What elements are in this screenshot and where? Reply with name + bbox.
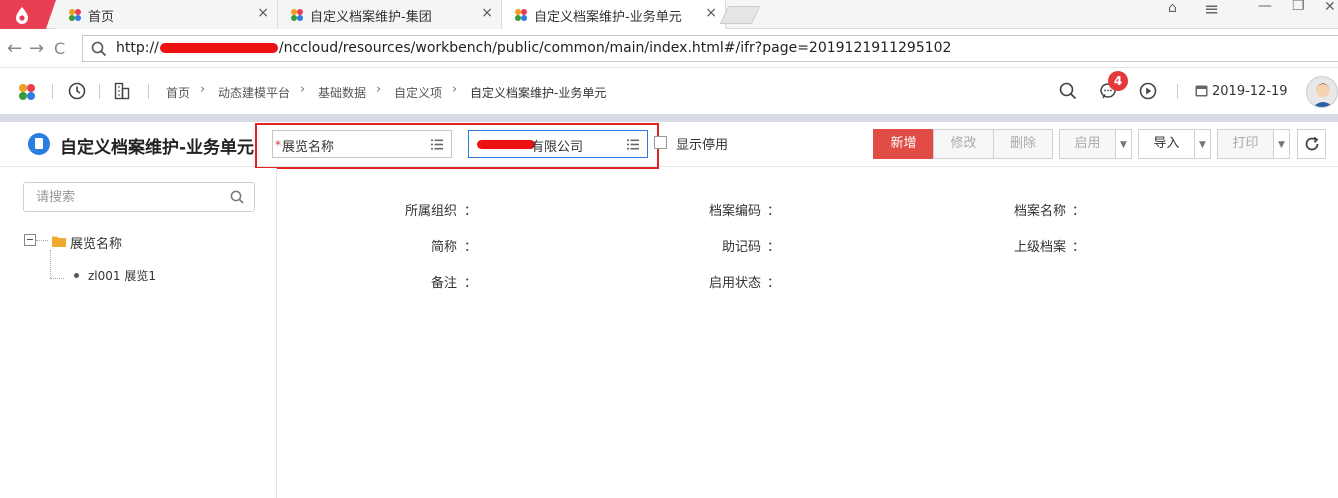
- close-window-icon[interactable]: ✕: [1324, 0, 1336, 17]
- tree-collapse-toggle[interactable]: [24, 234, 36, 246]
- delete-button[interactable]: 删除: [993, 129, 1053, 159]
- breadcrumb-item[interactable]: 动态建模平台: [218, 84, 290, 101]
- enable-dropdown-chevron-icon[interactable]: ▼: [1115, 129, 1132, 159]
- form-colon: ：: [464, 204, 478, 219]
- breadcrumb-separator: ›: [452, 82, 458, 97]
- tab-label: 首页: [88, 10, 115, 25]
- back-icon[interactable]: ←: [7, 38, 22, 59]
- refresh-icon[interactable]: C: [54, 39, 65, 58]
- app-header: 首页 › 动态建模平台 › 基础数据 › 自定义项 › 自定义档案维护-业务单元…: [0, 69, 1338, 114]
- divider: [1177, 84, 1178, 99]
- new-tab-button[interactable]: [719, 6, 761, 24]
- browser-logo-icon[interactable]: [0, 0, 56, 29]
- import-button[interactable]: 导入: [1138, 129, 1195, 159]
- tab-archive-business-unit[interactable]: 自定义档案维护-业务单元 ×: [502, 0, 726, 29]
- tab-close-icon[interactable]: ×: [705, 5, 717, 21]
- calendar-icon: [1195, 85, 1208, 97]
- clock-icon[interactable]: [68, 82, 86, 100]
- tree-node-leaf[interactable]: zl001 展览1: [88, 267, 156, 284]
- avatar[interactable]: [1306, 76, 1338, 108]
- breadcrumb-separator: ›: [300, 82, 306, 97]
- form-label-org: 所属组织: [404, 204, 457, 219]
- add-button[interactable]: 新增: [873, 129, 934, 159]
- search-icon: [91, 41, 107, 57]
- header-divider-band: [0, 114, 1338, 122]
- forward-icon[interactable]: →: [29, 38, 44, 59]
- address-bar: ← → C http:///nccloud/resources/workbenc…: [0, 29, 1338, 68]
- maximize-icon[interactable]: ❐: [1292, 0, 1305, 16]
- divider: [99, 84, 100, 99]
- tree-search: [23, 182, 255, 212]
- tab-close-icon[interactable]: ×: [481, 5, 493, 21]
- tree-connector: [50, 278, 64, 279]
- tree-connector: [36, 240, 48, 241]
- divider: [52, 84, 53, 99]
- form-colon: ：: [1072, 204, 1086, 219]
- annotation-highlight-box: [255, 123, 659, 169]
- form-label-remark: 备注: [430, 276, 457, 291]
- form-colon: ：: [767, 204, 781, 219]
- form-colon: ：: [464, 240, 478, 255]
- print-dropdown-chevron-icon[interactable]: ▼: [1273, 129, 1290, 159]
- tree-sidebar: 展览名称 zl001 展览1: [0, 168, 277, 498]
- form-colon: ：: [1072, 240, 1086, 255]
- tab-home[interactable]: 首页 ×: [56, 0, 278, 29]
- form-label-code: 档案编码: [708, 204, 761, 219]
- search-input[interactable]: [24, 183, 224, 211]
- tab-archive-group[interactable]: 自定义档案维护-集团 ×: [278, 0, 502, 29]
- form-label-parent: 上级档案: [1013, 240, 1066, 255]
- search-icon[interactable]: [1059, 82, 1077, 100]
- breadcrumb-item[interactable]: 首页: [166, 84, 190, 101]
- form-label-short-name: 简称: [430, 240, 457, 255]
- tree-node-root[interactable]: 展览名称: [70, 233, 122, 252]
- breadcrumb-item[interactable]: 基础数据: [318, 84, 366, 101]
- breadcrumb-separator: ›: [200, 82, 206, 97]
- browser-tab-strip: 首页 × 自定义档案维护-集团 × 自定义档案维护-业务单元 × ⌂ ≡ — ❐…: [0, 0, 1338, 29]
- form-label-mnemonic: 助记码: [721, 240, 761, 255]
- form-colon: ：: [464, 276, 478, 291]
- print-button[interactable]: 打印: [1217, 129, 1274, 159]
- form-label-enable-status: 启用状态: [708, 276, 761, 291]
- app-logo-icon[interactable]: [18, 83, 36, 101]
- form-label-name: 档案名称: [1013, 204, 1066, 219]
- current-date: 2019-12-19: [1212, 84, 1288, 99]
- breadcrumb-separator: ›: [376, 82, 382, 97]
- user-icon[interactable]: ⌂: [1168, 0, 1177, 18]
- form-colon: ：: [767, 276, 781, 291]
- search-icon[interactable]: [230, 190, 244, 204]
- folder-icon: [52, 236, 66, 247]
- form-colon: ：: [767, 240, 781, 255]
- app-logo-icon: [515, 9, 527, 21]
- url-text: http:///nccloud/resources/workbench/publ…: [116, 40, 952, 56]
- page-title: 自定义档案维护-业务单元: [60, 138, 255, 158]
- building-icon[interactable]: [114, 82, 130, 100]
- edit-button[interactable]: 修改: [933, 129, 994, 159]
- tab-close-icon[interactable]: ×: [257, 5, 269, 21]
- tree-leaf-bullet: [74, 273, 79, 278]
- refresh-icon: [1305, 136, 1318, 151]
- url-input[interactable]: http:///nccloud/resources/workbench/publ…: [82, 35, 1338, 62]
- breadcrumb-item[interactable]: 自定义项: [394, 84, 442, 101]
- play-icon[interactable]: [1139, 82, 1157, 100]
- import-dropdown-chevron-icon[interactable]: ▼: [1194, 129, 1211, 159]
- show-disabled-checkbox[interactable]: [654, 136, 667, 149]
- show-disabled-label: 显示停用: [676, 138, 729, 153]
- tab-label: 自定义档案维护-业务单元: [534, 10, 682, 25]
- divider: [148, 84, 149, 99]
- document-icon: [28, 133, 50, 155]
- breadcrumb-item-current: 自定义档案维护-业务单元: [470, 86, 607, 100]
- minimize-icon[interactable]: —: [1258, 0, 1272, 16]
- app-logo-icon: [69, 9, 81, 21]
- tab-label: 自定义档案维护-集团: [310, 10, 432, 25]
- menu-icon[interactable]: ≡: [1204, 0, 1219, 20]
- refresh-button[interactable]: [1297, 129, 1326, 159]
- app-logo-icon: [291, 9, 303, 21]
- enable-button[interactable]: 启用: [1059, 129, 1116, 159]
- message-count-badge: 4: [1108, 71, 1128, 91]
- redaction-mark: [159, 43, 278, 53]
- tree-connector: [50, 250, 51, 278]
